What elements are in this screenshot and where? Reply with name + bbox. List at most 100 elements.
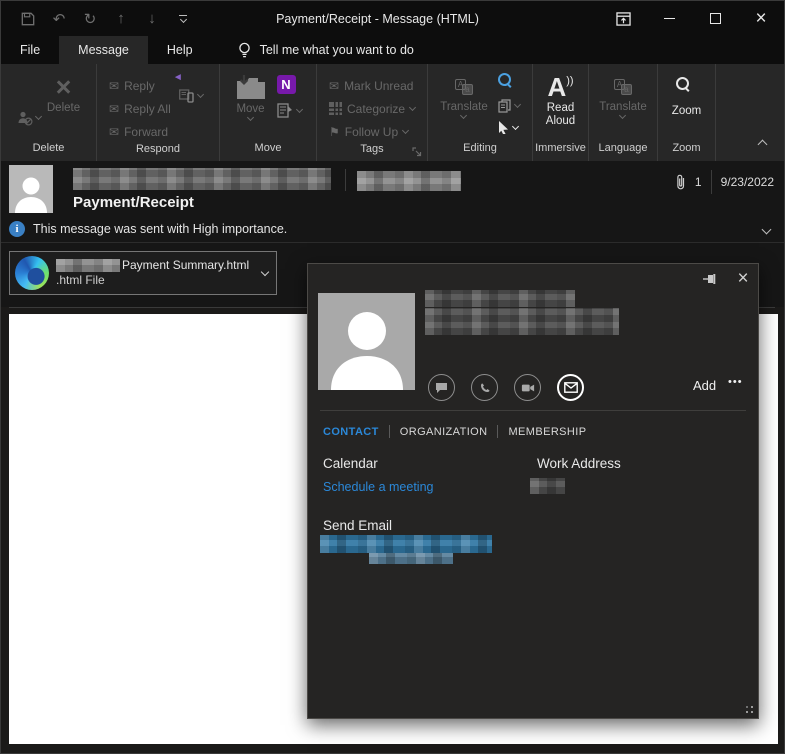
redo-icon[interactable]: ↻ bbox=[81, 9, 99, 29]
expand-header-icon bbox=[762, 225, 772, 235]
editing-translate-button[interactable]: a A Translate bbox=[440, 71, 488, 142]
tags-dialog-launcher-icon[interactable] bbox=[412, 147, 423, 158]
select-button[interactable] bbox=[498, 121, 520, 134]
chat-icon bbox=[435, 382, 448, 394]
maximize-button[interactable] bbox=[692, 1, 738, 36]
delete-button[interactable]: × Delete bbox=[47, 71, 80, 142]
more-respond-actions-button[interactable] bbox=[179, 89, 203, 103]
close-card-button[interactable]: × bbox=[732, 268, 754, 290]
tab-membership[interactable]: MEMBERSHIP bbox=[508, 426, 586, 438]
popout-icon[interactable] bbox=[600, 1, 646, 36]
move-button[interactable]: Move bbox=[235, 71, 267, 142]
phone-icon bbox=[479, 382, 491, 394]
collapse-ribbon-icon bbox=[758, 140, 768, 150]
close-button[interactable]: × bbox=[738, 1, 784, 36]
related-button[interactable] bbox=[498, 99, 520, 113]
group-label-move: Move bbox=[220, 142, 316, 161]
contact-actions bbox=[428, 374, 584, 401]
info-icon: i bbox=[9, 221, 25, 237]
close-icon: × bbox=[755, 8, 766, 30]
language-translate-icon: a A bbox=[614, 79, 632, 95]
reply-icon: ✉ bbox=[109, 79, 119, 93]
send-email-section-title: Send Email bbox=[323, 518, 392, 533]
video-call-button[interactable] bbox=[514, 374, 541, 401]
reply-button[interactable]: ✉ Reply bbox=[109, 74, 171, 97]
follow-up-dropdown-icon bbox=[402, 126, 409, 133]
message-date: 9/23/2022 bbox=[721, 175, 774, 189]
mark-unread-button[interactable]: ✉ Mark Unread bbox=[329, 74, 415, 97]
tell-me-label: Tell me what you want to do bbox=[260, 43, 414, 57]
attachment-name-redacted bbox=[56, 259, 120, 272]
tab-message[interactable]: Message bbox=[59, 36, 148, 64]
tab-separator bbox=[389, 425, 390, 438]
zoom-icon bbox=[676, 77, 698, 99]
actions-button[interactable] bbox=[277, 103, 302, 118]
attachment-dropdown-icon[interactable] bbox=[261, 267, 269, 275]
tab-organization[interactable]: ORGANIZATION bbox=[400, 426, 488, 438]
contact-avatar[interactable] bbox=[318, 293, 415, 390]
find-button[interactable] bbox=[498, 73, 520, 91]
follow-up-flag-icon: ⚑ bbox=[329, 125, 340, 139]
more-options-button[interactable]: ••• bbox=[728, 376, 743, 388]
tab-separator bbox=[497, 425, 498, 438]
zoom-button[interactable]: Zoom bbox=[672, 71, 701, 142]
attachment-card[interactable]: Payment Summary.html .html File bbox=[9, 251, 277, 295]
window-controls: × bbox=[600, 1, 784, 36]
onenote-icon: N bbox=[277, 75, 296, 94]
move-up-icon[interactable]: ↑ bbox=[112, 9, 130, 29]
work-address-section-title: Work Address bbox=[537, 456, 621, 471]
email-address-redacted-2 bbox=[369, 553, 453, 564]
delete-x-icon: × bbox=[56, 74, 72, 100]
header-divider bbox=[345, 169, 346, 191]
info-bar: i This message was sent with High import… bbox=[1, 216, 784, 242]
card-divider bbox=[320, 410, 746, 411]
forward-icon: ✉ bbox=[109, 125, 119, 139]
read-aloud-button[interactable]: A )) Read Aloud bbox=[536, 71, 586, 142]
undo-icon[interactable]: ↶ bbox=[50, 9, 68, 29]
minimize-icon bbox=[664, 18, 675, 19]
edge-browser-icon bbox=[15, 256, 49, 290]
minimize-button[interactable] bbox=[646, 1, 692, 36]
call-button[interactable] bbox=[471, 374, 498, 401]
select-cursor-icon bbox=[498, 121, 509, 134]
tell-me-box[interactable]: Tell me what you want to do bbox=[238, 36, 414, 64]
message-header: 1 9/23/2022 Payment/Receipt bbox=[1, 161, 784, 216]
outlook-message-window: ↶ ↻ ↑ ↓ Payment/Receipt - Message (HTML)… bbox=[0, 0, 785, 754]
group-label-editing: Editing bbox=[428, 142, 532, 161]
ribbon-tab-bar: File Message Help Tell me what you want … bbox=[1, 36, 784, 64]
tab-file[interactable]: File bbox=[1, 36, 59, 64]
recipient-redacted[interactable] bbox=[357, 171, 461, 191]
group-label-respond: Respond bbox=[97, 143, 219, 161]
add-contact-button[interactable]: Add bbox=[693, 378, 716, 393]
send-email-button[interactable] bbox=[557, 374, 584, 401]
email-address-redacted[interactable] bbox=[320, 535, 492, 553]
reply-all-button[interactable]: ✉ Reply All bbox=[109, 97, 171, 120]
window-title: Payment/Receipt - Message (HTML) bbox=[151, 1, 604, 36]
expand-header-button[interactable] bbox=[763, 222, 770, 236]
collapse-ribbon-button[interactable] bbox=[759, 135, 766, 153]
schedule-meeting-link[interactable]: Schedule a meeting bbox=[323, 480, 434, 494]
chat-button[interactable] bbox=[428, 374, 455, 401]
junk-button[interactable] bbox=[17, 93, 41, 142]
tab-contact[interactable]: CONTACT bbox=[323, 426, 379, 438]
resize-grip[interactable] bbox=[743, 703, 753, 713]
lightbulb-icon bbox=[238, 42, 251, 58]
ribbon-group-move: Move N Move bbox=[220, 64, 317, 161]
forward-button[interactable]: ✉ Forward bbox=[109, 120, 171, 143]
follow-up-button[interactable]: ⚑ Follow Up bbox=[329, 120, 415, 143]
language-translate-button[interactable]: a A Translate bbox=[599, 71, 647, 142]
save-icon[interactable] bbox=[19, 9, 37, 29]
ribbon-group-respond: ✉ Reply ✉ Reply All ✉ Forward bbox=[97, 64, 220, 161]
tab-help[interactable]: Help bbox=[148, 36, 212, 64]
ribbon: × Delete Delete ✉ Reply ✉ Reply All bbox=[1, 64, 784, 161]
sender-name-redacted[interactable] bbox=[73, 168, 331, 190]
pin-card-button[interactable] bbox=[702, 273, 717, 285]
categorize-button[interactable]: Categorize bbox=[329, 97, 415, 120]
ribbon-spacer bbox=[716, 64, 784, 161]
ribbon-group-zoom: Zoom Zoom bbox=[658, 64, 716, 161]
email-icon bbox=[564, 382, 578, 393]
group-label-tags: Tags bbox=[317, 143, 427, 161]
translate-icon: a A bbox=[455, 79, 473, 95]
sender-avatar[interactable] bbox=[9, 165, 53, 213]
onenote-button[interactable]: N bbox=[277, 75, 302, 94]
